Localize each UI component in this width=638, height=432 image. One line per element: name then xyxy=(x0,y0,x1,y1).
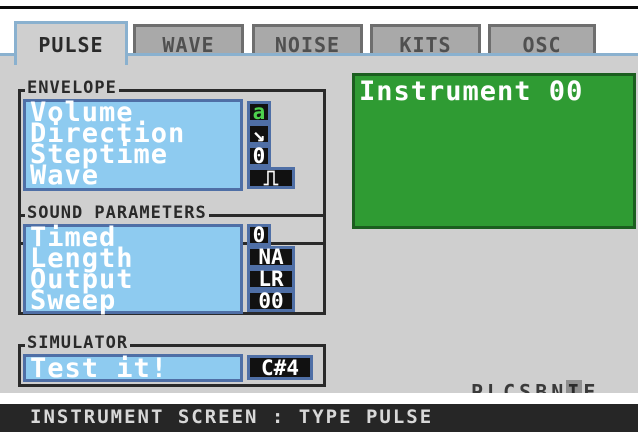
status-bar: INSTRUMENT SCREEN : TYPE PULSE xyxy=(0,404,638,432)
wave-label: Wave xyxy=(30,160,100,191)
steptime-value[interactable]: 0 xyxy=(247,145,271,167)
volume-value[interactable]: a xyxy=(247,101,271,123)
test-it-label[interactable]: Test it! xyxy=(30,355,168,382)
sound-parameters-title: SOUND PARAMETERS xyxy=(25,203,209,223)
sound-parameters-labels: Timed Length Output Sweep xyxy=(23,224,243,314)
note-value[interactable]: C#4 xyxy=(247,355,313,380)
envelope-title: ENVELOPE xyxy=(25,78,119,98)
tab-strip: PULSE WAVE NOISE KITS OSC xyxy=(0,9,638,65)
status-gap xyxy=(0,393,638,404)
sweep-label: Sweep xyxy=(30,285,117,316)
instrument-title: Instrument 00 xyxy=(359,76,584,107)
instrument-panel: Instrument 00 xyxy=(352,73,636,229)
main-panel: ENVELOPE Volume Direction Steptime Wave … xyxy=(0,53,638,404)
direction-value[interactable]: ↘ xyxy=(247,123,271,145)
tab-pulse[interactable]: PULSE xyxy=(14,21,128,65)
output-value[interactable]: LR xyxy=(247,268,295,290)
length-value[interactable]: NA xyxy=(247,246,295,268)
lsdj-screen: PULSE WAVE NOISE KITS OSC ENVELOPE Volum… xyxy=(0,0,638,432)
sweep-value[interactable]: 00 xyxy=(247,290,295,312)
sound-parameters-group: SOUND PARAMETERS Timed Length Output Swe… xyxy=(18,204,326,315)
timed-value[interactable]: 0 xyxy=(247,224,271,246)
simulator-title: SIMULATOR xyxy=(25,333,131,353)
envelope-labels: Volume Direction Steptime Wave xyxy=(23,99,243,191)
wave-value[interactable]: ⎍ xyxy=(247,167,295,189)
simulator-group: SIMULATOR Test it! C#4 xyxy=(18,334,326,387)
simulator-labels: Test it! xyxy=(23,354,243,382)
